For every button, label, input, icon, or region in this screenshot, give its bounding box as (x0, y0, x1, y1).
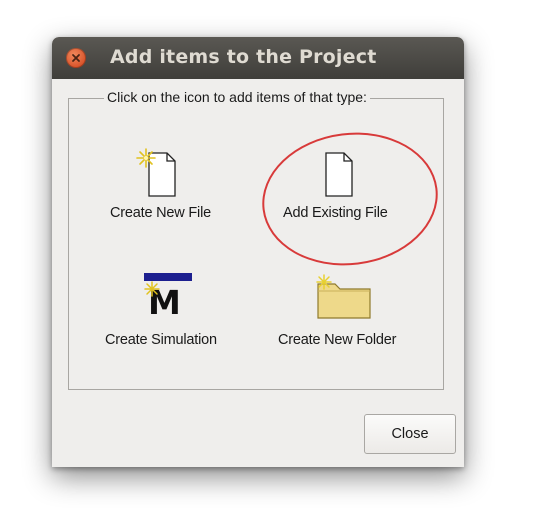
create-new-file-label: Create New File (110, 205, 211, 221)
close-button[interactable]: Close (364, 414, 456, 454)
create-new-folder-label: Create New Folder (278, 332, 397, 348)
create-new-folder-button[interactable]: Create New Folder (270, 268, 420, 358)
create-simulation-label: Create Simulation (105, 332, 217, 348)
group-legend: Click on the icon to add items of that t… (104, 89, 370, 105)
add-existing-file-label: Add Existing File (283, 205, 388, 221)
window-close-icon[interactable] (66, 48, 86, 68)
add-existing-file-button[interactable]: Add Existing File (276, 140, 416, 230)
canvas: Add items to the Project Click on the ic… (0, 0, 548, 518)
title-bar[interactable]: Add items to the Project (52, 37, 464, 79)
existing-file-icon (325, 152, 353, 197)
window-title: Add items to the Project (110, 46, 377, 68)
create-simulation-button[interactable]: M Create Simulation (100, 268, 240, 358)
new-folder-icon (316, 274, 371, 319)
simulation-icon: M (144, 273, 192, 320)
new-file-icon (136, 148, 176, 197)
create-new-file-button[interactable]: Create New File (100, 140, 230, 230)
